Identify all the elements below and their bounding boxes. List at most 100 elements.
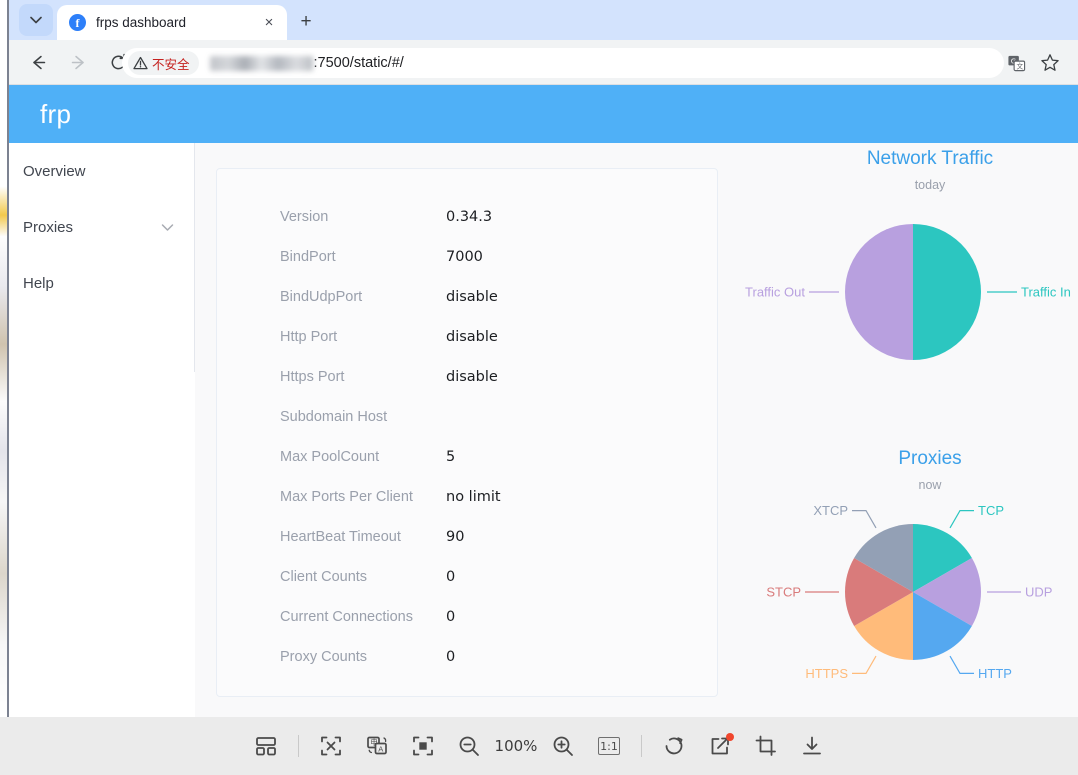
rotate-icon[interactable]: [651, 726, 697, 766]
omnibox-actions: G 文: [1002, 48, 1064, 78]
sidebar-item-label: Help: [23, 274, 54, 292]
pie-slice-label: XTCP: [813, 503, 848, 518]
tab-title: frps dashboard: [96, 15, 187, 30]
info-key: Client Counts: [280, 569, 368, 585]
info-value: disable: [446, 289, 498, 305]
app-header: frp: [9, 85, 1078, 143]
sidebar-item-help[interactable]: Help: [9, 255, 194, 311]
chart-subtitle: today: [914, 178, 946, 192]
chart-title: Proxies: [898, 448, 962, 469]
info-row: Current Connections 0: [217, 597, 717, 637]
info-key: Version: [280, 209, 329, 225]
info-value: 90: [446, 529, 465, 545]
chevron-down-icon: [161, 223, 174, 232]
sidebar-item-proxies[interactable]: Proxies: [9, 199, 194, 255]
info-key: Proxy Counts: [280, 649, 368, 665]
site-security-chip[interactable]: 不安全: [128, 51, 199, 75]
chart-canvas: Traffic In Traffic Out: [735, 192, 1078, 392]
pie-slice-label: HTTPS: [805, 666, 848, 681]
info-row: Version 0.34.3: [217, 197, 717, 237]
actual-size-label: 1:1: [598, 737, 620, 755]
arrow-right-icon: [71, 55, 84, 69]
actual-size-icon[interactable]: 1:1: [586, 726, 632, 766]
layout-grid-icon[interactable]: [243, 726, 289, 766]
info-row: BindUdpPort disable: [217, 277, 717, 317]
favicon-icon: f: [69, 14, 86, 31]
info-key: BindUdpPort: [280, 289, 363, 305]
info-value: 0: [446, 609, 456, 625]
info-row: HeartBeat Timeout 90: [217, 517, 717, 557]
url-text: :7500/static/#/: [209, 55, 404, 71]
svg-text:A: A: [378, 745, 383, 754]
info-key: BindPort: [280, 249, 336, 265]
info-key: Max Ports Per Client: [280, 489, 413, 505]
pie-leader-line: [852, 509, 877, 529]
text-select-icon[interactable]: [308, 726, 354, 766]
sidebar: Overview Proxies Help: [9, 143, 195, 372]
address-bar[interactable]: 不安全 :7500/static/#/: [122, 48, 1004, 78]
new-tab-button[interactable]: +: [293, 9, 319, 35]
translate-icon[interactable]: G 文: [1002, 49, 1030, 77]
app-brand: frp: [40, 98, 72, 129]
info-value: 7000: [446, 249, 483, 265]
info-value: 0: [446, 649, 456, 665]
warning-triangle-icon: [133, 56, 148, 70]
crop-icon[interactable]: [743, 726, 789, 766]
chart-canvas: TCP UDP HTTP HTTPS STCP XTCP: [735, 492, 1078, 702]
info-value: 5: [446, 449, 456, 465]
pie-slice: [845, 224, 913, 360]
charts-column: Network Traffic today Traffic In Traffic …: [735, 143, 1078, 688]
background-window-sliver: [0, 0, 9, 717]
zoom-in-icon[interactable]: [540, 726, 586, 766]
toolbar-divider: [298, 735, 299, 757]
toolbar-divider: [641, 735, 642, 757]
sidebar-item-overview[interactable]: Overview: [9, 143, 194, 199]
insecure-label: 不安全: [152, 56, 190, 72]
edit-open-icon[interactable]: [697, 726, 743, 766]
info-value: 0.34.3: [446, 209, 493, 225]
pie-slice-label: Traffic Out: [745, 285, 805, 300]
bookmark-star-icon[interactable]: [1036, 49, 1064, 77]
zoom-out-icon[interactable]: [446, 726, 492, 766]
toolbar-buttons: 申 A 100% 1:1: [243, 726, 835, 766]
info-row: Http Port disable: [217, 317, 717, 357]
info-value: disable: [446, 369, 498, 385]
proxies-chart: Proxies now TCP UDP HTTP HTTPS STCP XTCP: [735, 448, 1078, 702]
network-traffic-chart: Network Traffic today Traffic In Traffic …: [735, 148, 1078, 392]
pie-slice-label: TCP: [978, 503, 1004, 518]
download-icon[interactable]: [789, 726, 835, 766]
pie-svg: TCP UDP HTTP HTTPS STCP XTCP: [766, 503, 1052, 681]
redacted-host: [209, 55, 313, 71]
screenshot-toolbar: 申 A 100% 1:1: [0, 717, 1078, 775]
info-row: Max Ports Per Client no limit: [217, 477, 717, 517]
info-key: HeartBeat Timeout: [280, 529, 401, 545]
tab-search-dropdown-button[interactable]: [19, 4, 53, 36]
sidebar-item-label: Overview: [23, 162, 86, 180]
url-suffix: :7500/static/#/: [313, 55, 404, 71]
pie-slice-label: STCP: [766, 585, 801, 600]
back-button[interactable]: [23, 47, 53, 77]
browser-tab[interactable]: f frps dashboard ×: [57, 5, 287, 40]
fit-screen-icon[interactable]: [400, 726, 446, 766]
close-icon[interactable]: ×: [259, 13, 279, 33]
pie-leader-line: [949, 655, 974, 675]
translate-icon[interactable]: 申 A: [354, 726, 400, 766]
pie-slice-label: HTTP: [978, 666, 1012, 681]
forward-button[interactable]: [63, 47, 93, 77]
info-row: Client Counts 0: [217, 557, 717, 597]
info-value: disable: [446, 329, 498, 345]
info-row: Max PoolCount 5: [217, 437, 717, 477]
info-key: Http Port: [280, 329, 338, 345]
app-body: Overview Proxies Help Version 0.34.3 BindP…: [9, 143, 1078, 717]
info-key: Current Connections: [280, 609, 413, 625]
info-value: no limit: [446, 489, 501, 505]
pie-svg: Traffic In Traffic Out: [745, 224, 1071, 360]
chart-subtitle: now: [918, 478, 942, 492]
info-row: BindPort 7000: [217, 237, 717, 277]
arrow-left-icon: [32, 55, 45, 69]
info-row: Https Port disable: [217, 357, 717, 397]
zoom-level-label: 100%: [494, 737, 538, 755]
info-key: Https Port: [280, 369, 345, 385]
info-value: 0: [446, 569, 456, 585]
browser-tab-strip: f frps dashboard × +: [9, 0, 1078, 40]
